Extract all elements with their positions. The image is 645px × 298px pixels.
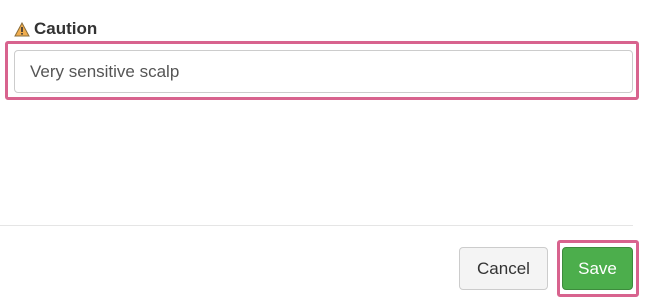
caution-input[interactable] (14, 50, 633, 93)
caution-title: Caution (34, 19, 98, 38)
footer-divider (0, 225, 633, 226)
save-button[interactable]: Save (562, 247, 633, 290)
cancel-button[interactable]: Cancel (459, 247, 548, 290)
warning-icon (14, 21, 30, 37)
caution-header: Caution (14, 18, 97, 40)
